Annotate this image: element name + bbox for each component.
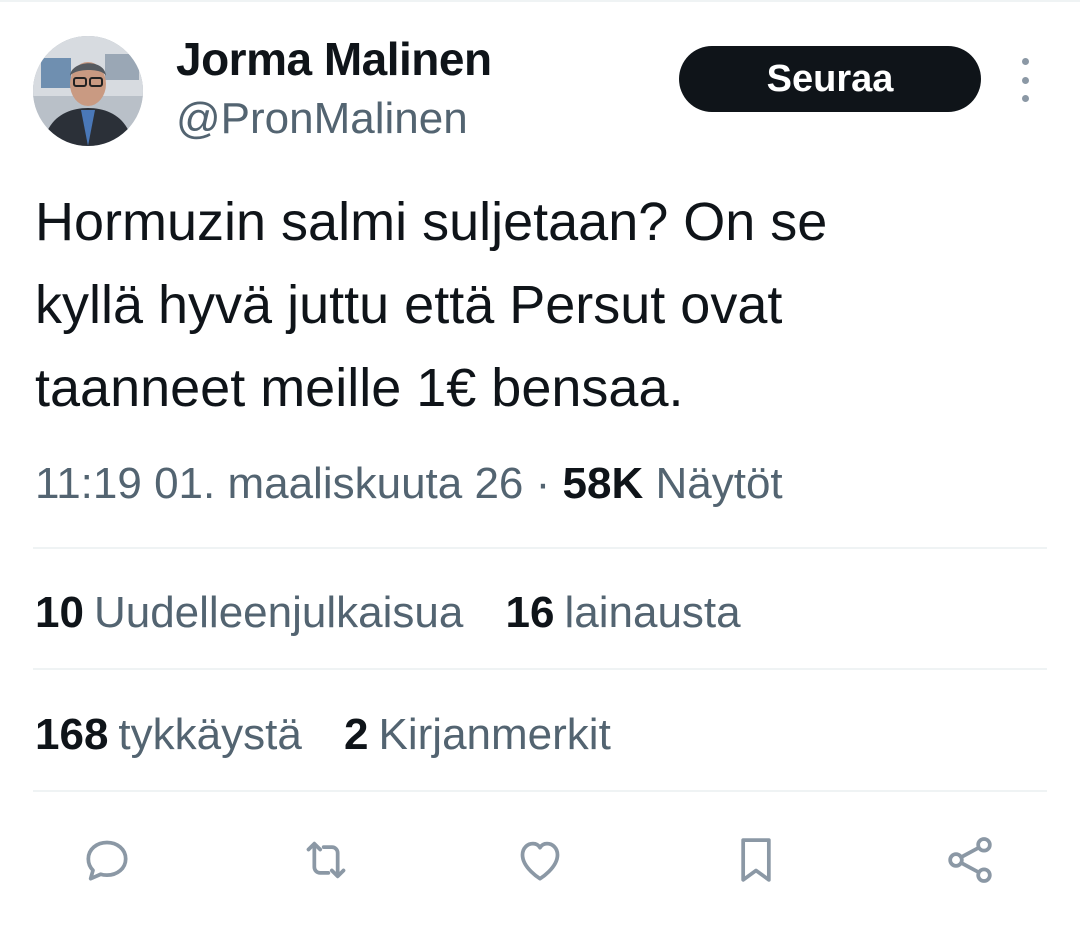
author-handle[interactable]: @PronMalinen bbox=[176, 93, 468, 145]
avatar[interactable] bbox=[33, 36, 143, 146]
repost-button[interactable] bbox=[296, 830, 356, 890]
more-dot-icon bbox=[1021, 76, 1029, 84]
reply-button[interactable] bbox=[77, 830, 137, 890]
repost-icon bbox=[306, 841, 346, 879]
reposts-label: Uudelleenjulkaisua bbox=[93, 588, 464, 637]
likes-stat[interactable]: 168 tykkäystä bbox=[35, 710, 302, 759]
tweet-timestamp[interactable]: 11:19 01. maaliskuuta 26 bbox=[35, 459, 523, 508]
tweet-card: Jorma Malinen @PronMalinen Seuraa Hormuz… bbox=[0, 0, 1080, 940]
reposts-stat[interactable]: 10 Uudelleenjulkaisua bbox=[35, 588, 463, 637]
share-icon bbox=[948, 837, 992, 883]
likes-count: 168 bbox=[35, 710, 109, 759]
bookmarks-label: Kirjanmerkit bbox=[378, 710, 611, 759]
tweet-meta: 11:19 01. maaliskuuta 26 · 58K Näytöt bbox=[35, 456, 783, 512]
divider bbox=[33, 668, 1047, 670]
stats-row-reposts: 10 Uudelleenjulkaisua 16 lainausta bbox=[35, 585, 771, 641]
stats-row-likes: 168 tykkäystä 2 Kirjanmerkit bbox=[35, 707, 641, 763]
more-options-button[interactable] bbox=[1008, 58, 1042, 102]
like-button[interactable] bbox=[510, 830, 570, 890]
views-label: Näytöt bbox=[655, 459, 783, 508]
like-icon bbox=[520, 841, 560, 881]
views-count: 58K bbox=[562, 459, 644, 508]
bookmark-icon bbox=[741, 838, 771, 882]
tweet-text: Hormuzin salmi suljetaan? On se kyllä hy… bbox=[35, 192, 828, 418]
meta-separator: · bbox=[535, 459, 551, 508]
top-divider bbox=[0, 0, 1080, 2]
quotes-label: lainausta bbox=[564, 588, 741, 637]
bookmarks-count: 2 bbox=[344, 710, 369, 759]
quotes-count: 16 bbox=[505, 588, 555, 637]
reply-icon bbox=[86, 840, 128, 881]
more-dot-icon bbox=[1021, 95, 1029, 102]
follow-button[interactable]: Seuraa bbox=[679, 46, 981, 112]
profile-photo-icon bbox=[33, 36, 143, 146]
quotes-stat[interactable]: 16 lainausta bbox=[506, 588, 741, 637]
bookmarks-stat[interactable]: 2 Kirjanmerkit bbox=[344, 710, 611, 759]
bookmark-button[interactable] bbox=[726, 830, 786, 890]
more-dot-icon bbox=[1021, 58, 1029, 65]
divider bbox=[33, 790, 1047, 792]
share-button[interactable] bbox=[940, 830, 1000, 890]
author-name[interactable]: Jorma Malinen bbox=[176, 33, 492, 85]
likes-label: tykkäystä bbox=[118, 710, 302, 759]
reposts-count: 10 bbox=[35, 588, 84, 637]
divider bbox=[33, 547, 1047, 549]
